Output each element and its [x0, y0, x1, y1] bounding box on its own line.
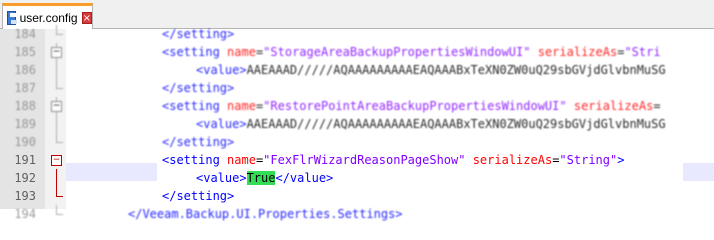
code-line[interactable]: 192 <value>True</value>: [0, 169, 714, 187]
code-text: <setting name="StorageAreaBackupProperti…: [162, 43, 661, 61]
code-token: serializeAs: [573, 99, 654, 113]
code-text: <setting name="FexFlrWizardReasonPageSho…: [162, 151, 624, 169]
code-text: <setting name = "RestorePointAreaBackupPro…: [162, 97, 661, 115]
line-number: 194: [14, 207, 36, 221]
fold-line-icon: [50, 205, 64, 223]
code-token: <setting: [162, 99, 228, 113]
code-text: </setting>: [162, 133, 234, 151]
code-token: </setting>: [162, 135, 235, 149]
fold-line-icon: [50, 169, 64, 187]
fold-line-icon: [50, 115, 64, 133]
code-text: </setting>: [162, 187, 234, 205]
code-token: <setting: [162, 45, 228, 59]
code-token: =: [653, 99, 661, 113]
fold-line-icon: [50, 133, 64, 151]
code-token: </value>: [275, 171, 334, 185]
code-token: <value>: [196, 117, 247, 131]
fold-toggle-icon[interactable]: [50, 97, 64, 115]
line-number: 186: [14, 63, 36, 77]
code-text: </setting>: [162, 25, 234, 43]
line-number: 185: [14, 45, 36, 59]
code-token: serializeAs: [472, 153, 553, 167]
tab-label: user.config: [19, 10, 78, 25]
code-token: </setting>: [162, 81, 235, 95]
fold-toggle-icon[interactable]: [50, 151, 64, 169]
search-match-highlight: True: [246, 171, 276, 185]
code-token: </setting>: [162, 27, 235, 41]
code-text: <value>True</value>: [196, 169, 333, 187]
code-line[interactable]: 191 <setting name="FexFlrWizardReasonPage…: [0, 151, 714, 169]
code-token: "StorageAreaBackupPropertiesWindowUI": [263, 45, 531, 59]
code-token: <value>: [196, 63, 247, 77]
code-line[interactable]: 193 </setting>: [0, 187, 714, 205]
code-line[interactable]: 186 <value>AAEAAAD/////AQAAAAAAAAAEAQAAAB…: [0, 61, 714, 79]
code-token: <value>: [196, 171, 247, 185]
code-line[interactable]: 189 <value>AAEAAAD/////AQAAAAAAAAAEAQAAAB…: [0, 115, 714, 133]
line-number: 189: [14, 117, 36, 131]
fold-line-icon: [50, 187, 64, 205]
code-token: >: [617, 153, 625, 167]
code-token: </Veeam.Backup.UI.Properties.Settings>: [128, 207, 403, 221]
code-line[interactable]: 185 <setting name="StorageAreaBackupPrope…: [0, 43, 714, 61]
code-line[interactable]: 187 </setting>: [0, 79, 714, 97]
fold-toggle-icon[interactable]: [50, 43, 64, 61]
code-line[interactable]: 188 <setting name = "RestorePointAreaBackup…: [0, 97, 714, 115]
code-token: name: [227, 45, 256, 59]
close-icon[interactable]: ×: [81, 11, 92, 24]
code-token: </setting>: [162, 189, 235, 203]
code-text: <value>AAEAAAD/////AQAAAAAAAAAEAQAAABxTe…: [196, 115, 666, 133]
floppy-disk-icon: [7, 10, 18, 25]
line-number: 190: [14, 135, 36, 149]
code-line[interactable]: 184 </setting>: [0, 25, 714, 43]
code-token: "String": [559, 153, 618, 167]
line-number: 193: [14, 189, 36, 203]
fold-line-icon: [50, 25, 64, 43]
fold-line-icon: [50, 61, 64, 79]
code-token: name: [227, 153, 256, 167]
line-number: 191: [14, 153, 36, 167]
code-token: "Stri: [624, 45, 661, 59]
fold-line-icon: [50, 79, 64, 97]
code-token: AAEAAAD/////AQAAAAAAAAAEAQAAABxTeXN0ZW0u…: [246, 63, 666, 77]
code-text: </Veeam.Backup.UI.Properties.Settings>: [128, 205, 403, 223]
code-token: "FexFlrWizardReasonPageShow": [263, 153, 466, 167]
code-line[interactable]: 190 </setting>: [0, 133, 714, 151]
line-number: 187: [14, 81, 36, 95]
line-number: 192: [14, 171, 36, 185]
code-editor[interactable]: 184</setting>185<setting name="StorageAr…: [0, 25, 714, 221]
code-token: "RestorePointAreaBackupPropertiesWindowU…: [263, 99, 567, 113]
code-text: <value>AAEAAAD/////AQAAAAAAAAAEAQAAABxTe…: [196, 61, 666, 79]
code-line[interactable]: 194 </Veeam.Backup.UI.Properties.Settings…: [0, 205, 714, 223]
line-number: 188: [14, 99, 36, 113]
code-token: <setting: [162, 153, 228, 167]
code-token: name: [227, 99, 256, 113]
line-number: 184: [14, 27, 36, 41]
code-text: </setting>: [162, 79, 234, 97]
code-token: AAEAAAD/////AQAAAAAAAAAEAQAAABxTeXN0ZW0u…: [246, 117, 666, 131]
code-token: serializeAs: [537, 45, 618, 59]
